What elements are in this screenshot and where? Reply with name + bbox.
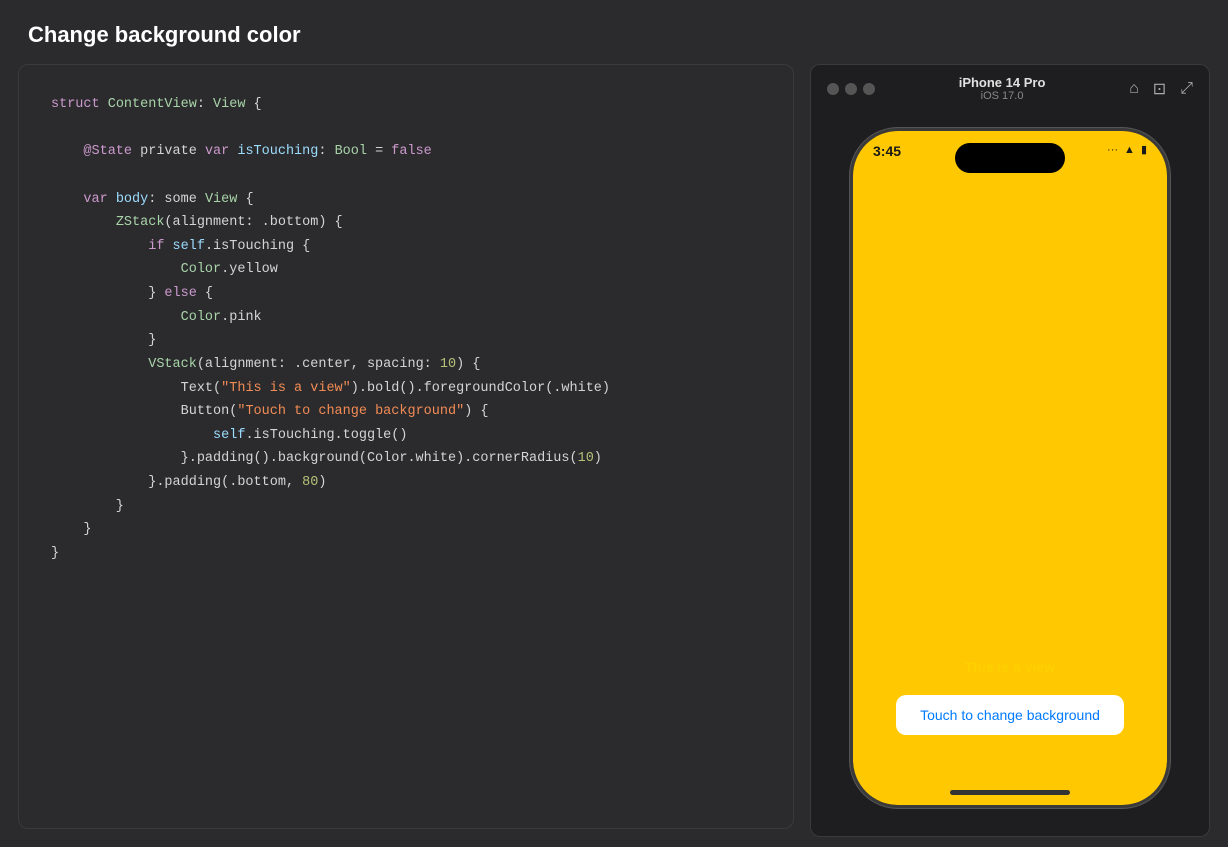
simulator-panel: iPhone 14 Pro iOS 17.0 ⌂ ⊡ ⤢ 3:45 ··· ▲ bbox=[810, 64, 1210, 829]
device-info: iPhone 14 Pro iOS 17.0 bbox=[887, 75, 1117, 102]
phone-time: 3:45 bbox=[873, 143, 901, 159]
home-indicator bbox=[950, 790, 1070, 795]
status-icons: ··· ▲ ▮ bbox=[1107, 143, 1147, 156]
view-label: This is a view bbox=[965, 659, 1055, 675]
toolbar-actions: ⌂ ⊡ ⤢ bbox=[1129, 79, 1193, 99]
touch-button[interactable]: Touch to change background bbox=[896, 695, 1124, 735]
dynamic-island bbox=[955, 143, 1065, 173]
phone-content-area: This is a view Touch to change backgroun… bbox=[853, 181, 1167, 805]
device-name: iPhone 14 Pro bbox=[887, 75, 1117, 90]
simulator-toolbar: iPhone 14 Pro iOS 17.0 ⌂ ⊡ ⤢ bbox=[810, 64, 1210, 112]
screenshot-icon[interactable]: ⊡ bbox=[1153, 79, 1166, 99]
dot-1 bbox=[827, 83, 839, 95]
window-controls bbox=[827, 83, 875, 95]
home-icon[interactable]: ⌂ bbox=[1129, 80, 1139, 98]
dots-icon: ··· bbox=[1107, 144, 1118, 156]
phone-frame-wrap: 3:45 ··· ▲ ▮ This is a view Touch to cha… bbox=[810, 112, 1210, 837]
wifi-icon: ▲ bbox=[1124, 144, 1135, 156]
dot-2 bbox=[845, 83, 857, 95]
phone-frame: 3:45 ··· ▲ ▮ This is a view Touch to cha… bbox=[850, 128, 1170, 808]
page-title: Change background color bbox=[0, 0, 1228, 64]
dot-3 bbox=[863, 83, 875, 95]
code-editor: struct ContentView: View { @State privat… bbox=[18, 64, 794, 829]
rotate-icon[interactable]: ⤢ bbox=[1180, 80, 1193, 98]
battery-icon: ▮ bbox=[1141, 143, 1147, 156]
device-os: iOS 17.0 bbox=[887, 90, 1117, 102]
